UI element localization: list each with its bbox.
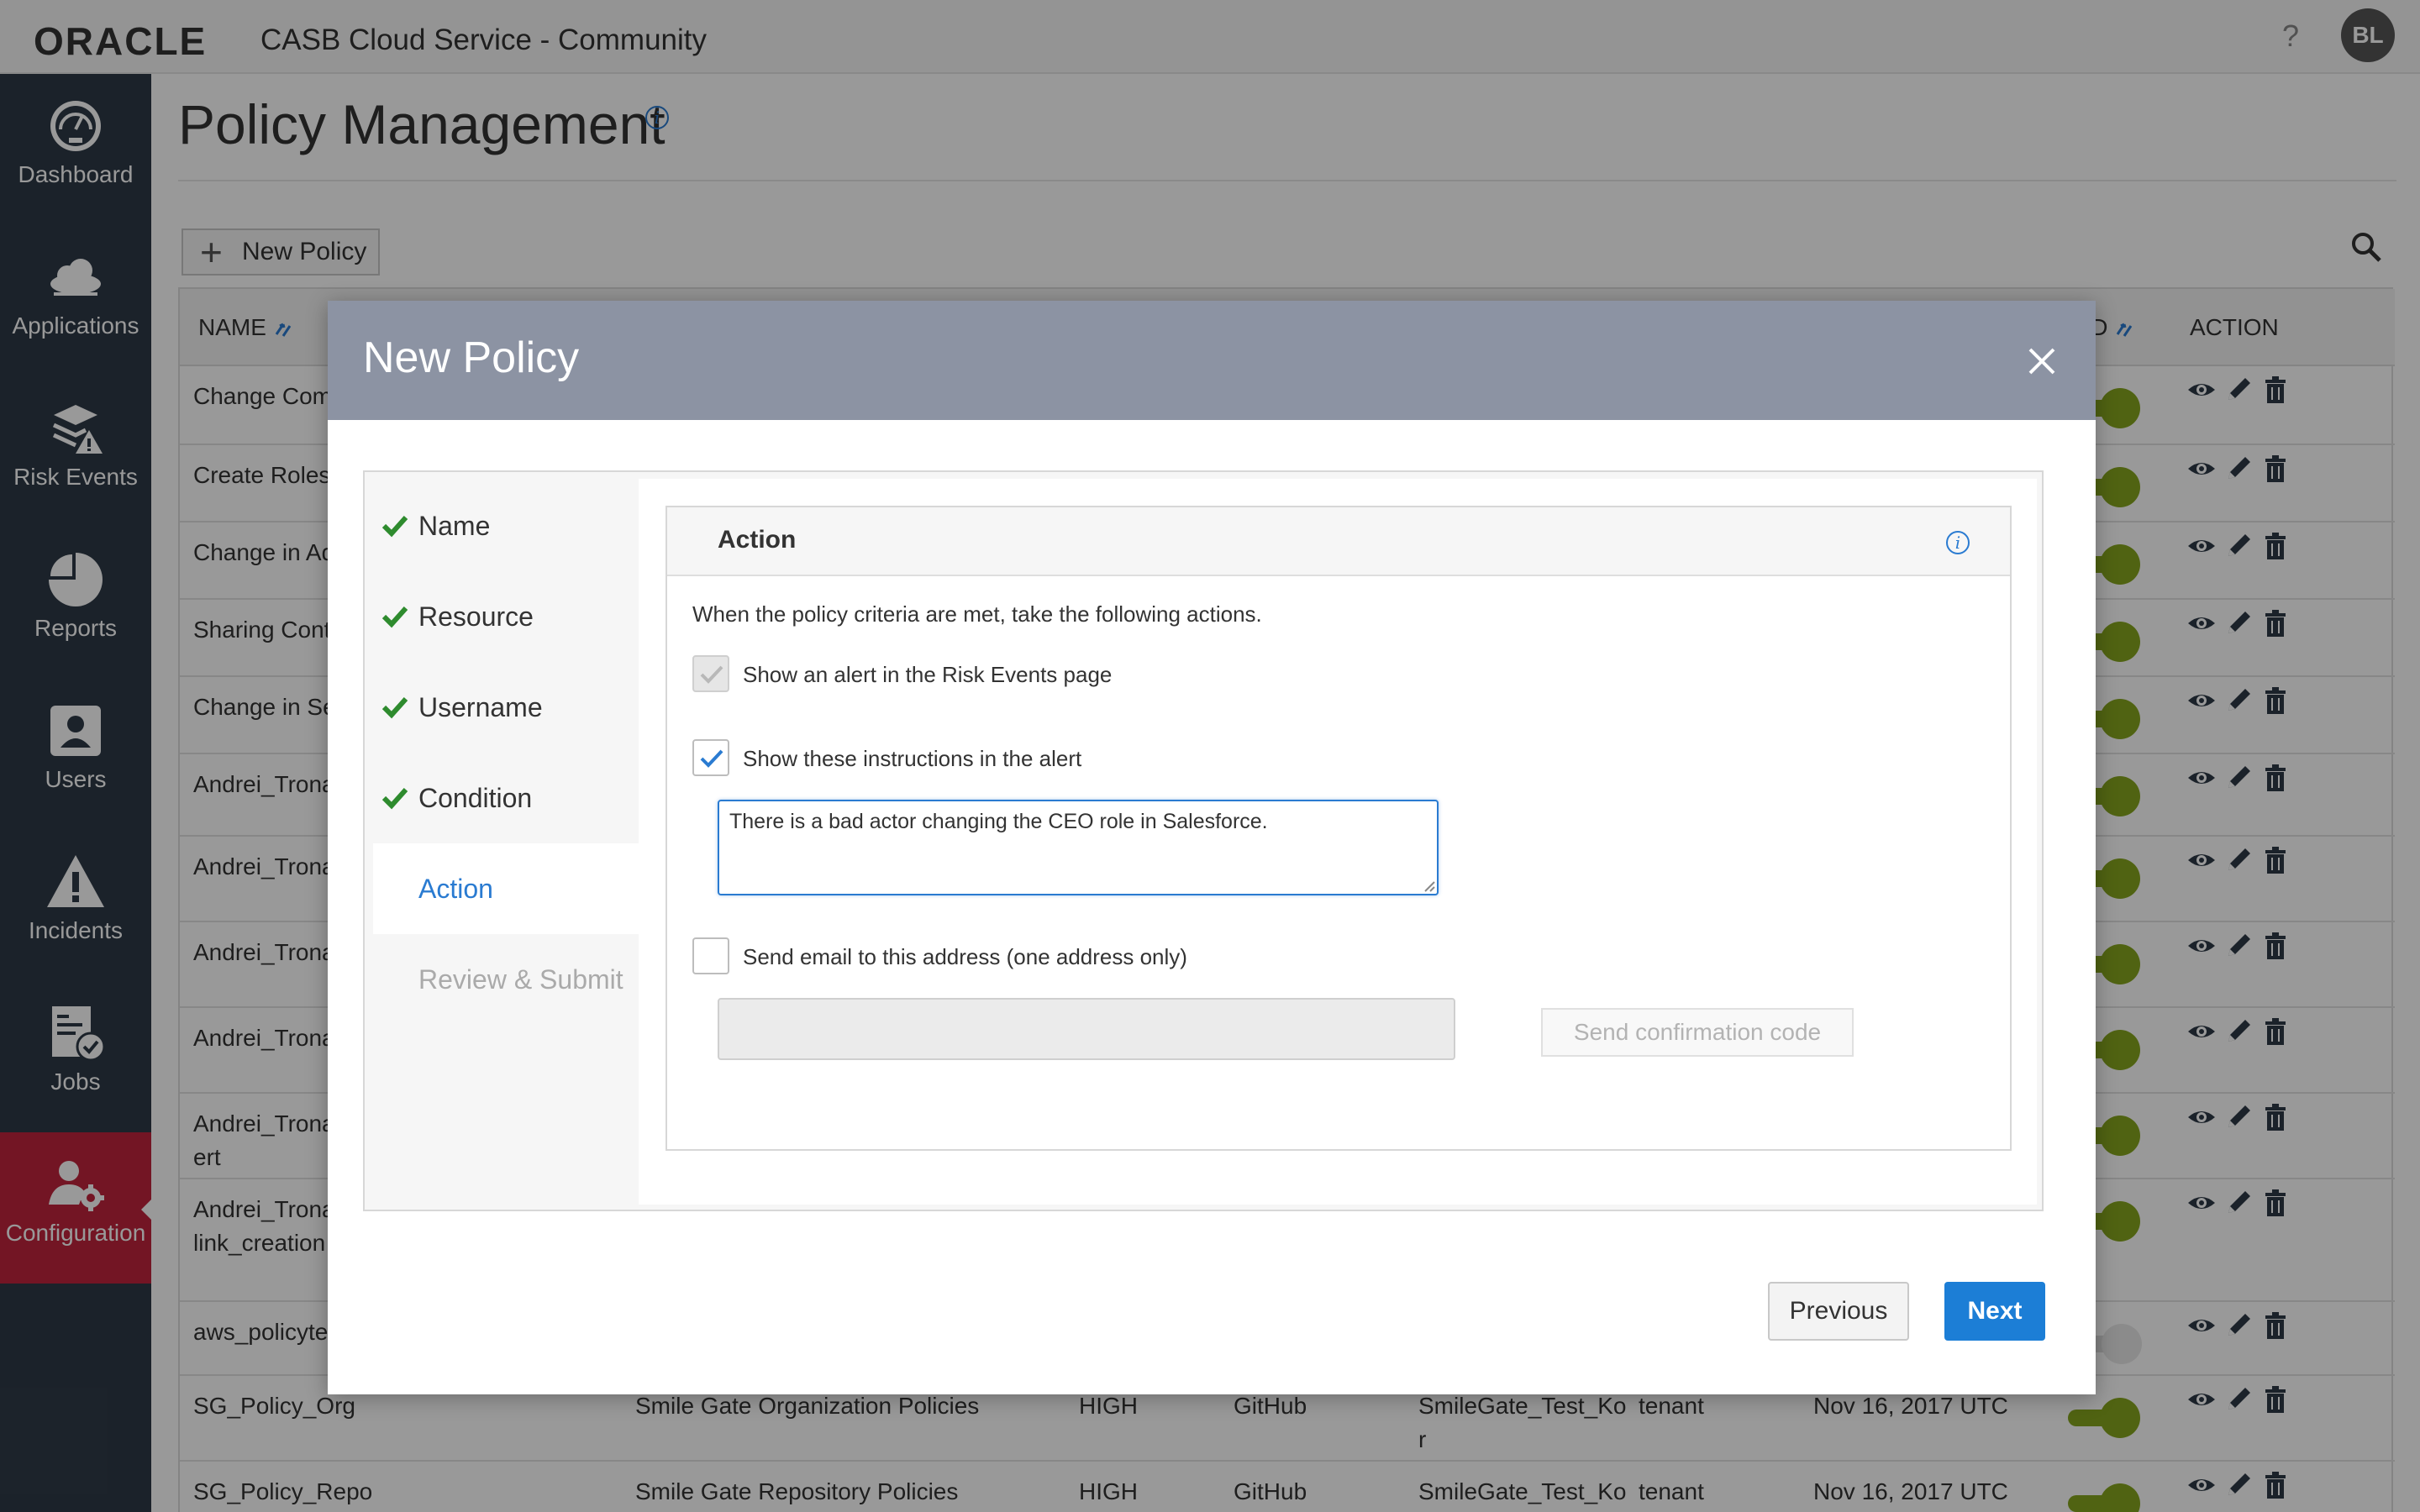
step-label: Username	[418, 692, 543, 722]
checkmark-icon	[381, 787, 408, 810]
wizard-step-name[interactable]: Name	[373, 480, 639, 571]
step-label: Review & Submit	[418, 964, 623, 995]
wizard-step-resource[interactable]: Resource	[373, 571, 639, 662]
instructions-textarea[interactable]: There is a bad actor changing the CEO ro…	[718, 800, 1439, 895]
wizard-step-review-submit[interactable]: Review & Submit	[373, 934, 639, 1025]
email-field[interactable]	[718, 998, 1455, 1060]
checkmark-icon	[381, 696, 408, 719]
checkmark-icon	[700, 665, 723, 684]
wizard-step-action[interactable]: Action	[373, 843, 639, 934]
new-policy-dialog: New Policy Name Resource Username Condit…	[328, 301, 2096, 1394]
dialog-title: New Policy	[363, 333, 580, 382]
step-label: Name	[418, 511, 491, 541]
checkmark-icon	[381, 515, 408, 538]
step-label: Condition	[418, 783, 533, 813]
email-checkbox-label: Send email to this address (one address …	[743, 944, 1187, 969]
instructions-checkbox-label: Show these instructions in the alert	[743, 746, 1082, 771]
close-icon[interactable]	[2017, 336, 2067, 386]
send-confirmation-code-button[interactable]: Send confirmation code	[1541, 1008, 1854, 1057]
action-panel: Action i When the policy criteria are me…	[639, 479, 2037, 1205]
previous-button[interactable]: Previous	[1768, 1282, 1909, 1341]
action-card: Action i When the policy criteria are me…	[666, 506, 2012, 1151]
alert-checkbox-label: Show an alert in the Risk Events page	[743, 662, 1113, 687]
action-intro-text: When the policy criteria are met, take t…	[692, 601, 1262, 627]
step-label: Resource	[418, 601, 534, 632]
checkmark-icon	[700, 749, 723, 768]
info-icon[interactable]: i	[1946, 531, 1970, 554]
wizard-step-username[interactable]: Username	[373, 662, 639, 753]
wizard-step-condition[interactable]: Condition	[373, 753, 639, 843]
next-button[interactable]: Next	[1944, 1282, 2045, 1341]
alert-checkbox[interactable]	[692, 655, 729, 692]
wizard-body: Name Resource Username Condition Action …	[363, 470, 2044, 1211]
checkmark-icon	[381, 606, 408, 628]
step-label: Action	[418, 874, 493, 904]
instructions-text: There is a bad actor changing the CEO ro…	[729, 810, 1268, 833]
dialog-header: New Policy	[328, 301, 2096, 420]
action-card-header: Action i	[667, 507, 2010, 576]
instructions-checkbox[interactable]	[692, 739, 729, 776]
action-card-title: Action	[718, 526, 797, 554]
email-checkbox[interactable]	[692, 937, 729, 974]
resize-handle-icon[interactable]	[1423, 880, 1435, 892]
